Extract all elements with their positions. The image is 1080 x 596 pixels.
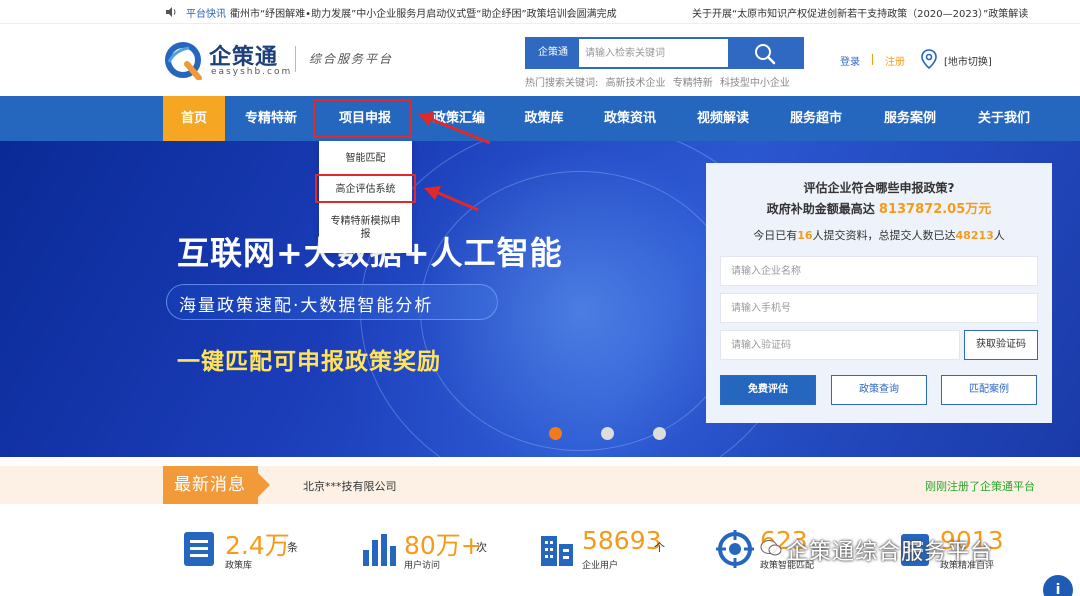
verification-code-field[interactable] xyxy=(720,330,960,360)
hot-keywords-label: 热门搜索关键词: xyxy=(525,78,599,89)
subsidy-amount: 8137872.05万元 xyxy=(878,202,992,217)
logo-domain: easyshb.com xyxy=(211,67,293,77)
highlight-box-dropdown xyxy=(315,174,416,203)
logo-q-icon xyxy=(165,42,202,80)
carousel-dot[interactable] xyxy=(601,427,614,440)
search-button[interactable] xyxy=(728,39,802,67)
match-cases-button[interactable]: 匹配案例 xyxy=(941,375,1037,405)
register-link[interactable]: 注册 xyxy=(885,53,905,68)
nav-item-policy-news[interactable]: 政策资讯 xyxy=(592,96,668,141)
subsidy-prefix: 政府补助金额最高达 xyxy=(766,202,875,216)
header: 企策通 easyshb.com 综合服务平台 企策通 热门搜索关键词: 高新技术… xyxy=(0,24,1080,96)
phone-field[interactable] xyxy=(720,293,1038,323)
highlight-box-nav xyxy=(313,99,412,138)
latest-news-tag: 最新消息 xyxy=(163,466,270,504)
dropdown-item-specialized-mock[interactable]: 专精特新模拟申报 xyxy=(329,215,402,241)
notice-label: 平台快讯 xyxy=(186,9,226,20)
stat-number: 80万+ xyxy=(404,531,482,560)
building-icon xyxy=(541,536,573,566)
latest-news-bar: 最新消息 北京***技有限公司 刚刚注册了企策通平台 xyxy=(0,466,1080,504)
hot-keyword[interactable]: 专精特新 xyxy=(673,78,713,89)
stat-number: 58693 xyxy=(582,526,662,555)
search-box: 企策通 xyxy=(525,37,804,69)
stat-label: 企业用户 xyxy=(582,561,619,571)
nav-item-policy-library[interactable]: 政策库 xyxy=(510,96,578,141)
main-nav: 首页 专精特新 项目申报 政策汇编 政策库 政策资讯 视频解读 服务超市 服务案… xyxy=(0,96,1080,141)
logo-slogan: 综合服务平台 xyxy=(309,52,394,66)
nav-item-service-market[interactable]: 服务超市 xyxy=(778,96,854,141)
banner-pill-text: 海量政策速配·大数据智能分析 xyxy=(179,296,434,316)
stat-number: 2.4万 xyxy=(225,531,290,560)
wechat-icon xyxy=(760,540,782,556)
city-switch-link[interactable]: [地市切换] xyxy=(944,53,992,68)
dropdown-item-smart-match[interactable]: 智能匹配 xyxy=(319,152,412,165)
nav-item-service-cases[interactable]: 服务案例 xyxy=(872,96,948,141)
today-prefix: 今日已有 xyxy=(753,229,798,242)
today-count: 16 xyxy=(797,229,813,242)
stat-label: 用户访问 xyxy=(404,561,441,571)
news-company: 北京***技有限公司 xyxy=(303,480,397,493)
hot-keyword[interactable]: 高新技术企业 xyxy=(606,78,666,89)
page-root: 平台快讯 衢州市“纾困解难•助力发展”中小企业服务月启动仪式暨“助企纾困”政策培… xyxy=(0,0,1080,596)
evaluation-panel: 评估企业符合哪些申报政策? 政府补助金额最高达 8137872.05万元 今日已… xyxy=(706,163,1052,423)
hot-keywords: 热门搜索关键词: 高新技术企业 专精特新 科技型中小企业 xyxy=(525,74,794,89)
carousel-dot-active[interactable] xyxy=(549,427,562,440)
news-registered: 刚刚注册了企策通平台 xyxy=(925,480,1035,493)
stat-unit: 次 xyxy=(476,541,487,554)
info-float-button[interactable]: i xyxy=(1043,575,1073,596)
company-name-field[interactable] xyxy=(720,256,1038,286)
panel-today-count: 今日已有16人提交资料，总提交人数已达48213人 xyxy=(706,227,1052,243)
carousel-dot[interactable] xyxy=(653,427,666,440)
search-icon xyxy=(755,44,776,65)
location-pin-icon xyxy=(921,49,937,69)
notice-message-2[interactable]: 关于开展“太原市知识产权促进创新若干支持政策（2020—2023）”政策解读 xyxy=(692,5,1028,20)
nav-item-about[interactable]: 关于我们 xyxy=(966,96,1042,141)
notice-bar: 平台快讯 衢州市“纾困解难•助力发展”中小企业服务月启动仪式暨“助企纾困”政策培… xyxy=(0,0,1080,24)
notice-message[interactable]: 衢州市“纾困解难•助力发展”中小企业服务月启动仪式暨“助企纾困”政策培训会圆满完… xyxy=(230,5,617,20)
nav-item-policy-compilation[interactable]: 政策汇编 xyxy=(420,96,498,141)
banner-pill: 海量政策速配·大数据智能分析 xyxy=(166,284,498,320)
logo-separator xyxy=(295,46,296,72)
stat-unit: 个 xyxy=(654,541,665,554)
policy-query-button[interactable]: 政策查询 xyxy=(831,375,927,405)
bar-chart-icon xyxy=(363,534,396,566)
search-scope-tag[interactable]: 企策通 xyxy=(527,39,579,67)
nav-item-video[interactable]: 视频解读 xyxy=(685,96,761,141)
get-code-button[interactable]: 获取验证码 xyxy=(964,330,1038,360)
panel-subsidy: 政府补助金额最高达 8137872.05万元 xyxy=(706,198,1052,217)
free-evaluation-button[interactable]: 免费评估 xyxy=(720,375,816,405)
banner-slogan: 一键匹配可申报政策奖励 xyxy=(177,349,441,375)
today-middle: 人提交资料，总提交人数已达 xyxy=(812,229,956,242)
search-input[interactable] xyxy=(585,43,725,63)
divider xyxy=(872,54,873,65)
stat-label: 政策库 xyxy=(225,561,253,571)
nav-item-home[interactable]: 首页 xyxy=(163,96,225,141)
total-count: 48213 xyxy=(955,229,994,242)
site-logo[interactable]: 企策通 easyshb.com xyxy=(163,38,313,80)
document-icon xyxy=(184,532,214,566)
login-link[interactable]: 登录 xyxy=(840,53,860,68)
panel-question: 评估企业符合哪些申报政策? xyxy=(803,181,955,195)
watermark-text: 企策通综合服务平台 xyxy=(786,540,994,565)
hot-keyword[interactable]: 科技型中小企业 xyxy=(720,78,790,89)
stat-unit: 条 xyxy=(287,541,298,554)
nav-item-specialized[interactable]: 专精特新 xyxy=(232,96,310,141)
today-suffix: 人 xyxy=(993,229,1005,242)
target-icon xyxy=(716,530,754,568)
speaker-icon xyxy=(166,7,176,17)
